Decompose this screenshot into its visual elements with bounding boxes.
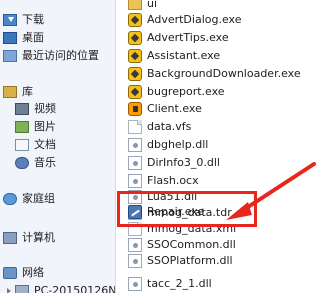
app-icon xyxy=(128,85,142,99)
file-row-repair[interactable]: Repair.exe xyxy=(128,204,204,220)
library-icon xyxy=(3,86,17,98)
repair-app-icon xyxy=(128,205,142,219)
dll-icon xyxy=(128,277,142,291)
file-name: Repair.exe xyxy=(147,205,205,218)
client-app-icon xyxy=(128,102,142,116)
file-name: AdvertTips.exe xyxy=(147,31,229,44)
recent-places-icon xyxy=(3,50,17,62)
file-row[interactable]: ui xyxy=(128,0,157,12)
file-row[interactable]: SSOPlatform.dll xyxy=(128,253,233,269)
nav-item-downloads[interactable]: 下载 xyxy=(3,12,44,28)
nav-item-label: 最近访问的位置 xyxy=(22,49,99,62)
documents-library-icon xyxy=(15,139,29,151)
dll-icon xyxy=(128,238,142,252)
nav-item-label: PC-20150126NPO xyxy=(34,284,116,293)
nav-item-music[interactable]: 音乐 xyxy=(15,155,56,171)
file-row[interactable]: Client.exe xyxy=(128,101,202,117)
dll-icon xyxy=(128,254,142,268)
desktop-icon xyxy=(3,32,17,44)
nav-item-label: 网络 xyxy=(22,266,44,279)
file-row[interactable]: AdvertTips.exe xyxy=(128,30,229,46)
nav-item-network[interactable]: 网络 xyxy=(3,265,44,281)
file-name: BackgroundDownloader.exe xyxy=(147,67,301,80)
file-name: SSOPlatform.dll xyxy=(147,254,233,267)
pictures-library-icon xyxy=(15,121,29,133)
file-row[interactable]: data.vfs xyxy=(128,119,191,135)
nav-item-label: 下载 xyxy=(22,13,44,26)
dll-icon xyxy=(128,138,142,152)
file-name: data.vfs xyxy=(147,120,192,133)
app-icon xyxy=(128,13,142,27)
file-row[interactable]: Lua51.dll xyxy=(128,189,197,205)
nav-item-computer[interactable]: 计算机 xyxy=(3,230,55,246)
nav-item-desktop[interactable]: 桌面 xyxy=(3,30,44,46)
file-row[interactable]: AdvertDialog.exe xyxy=(128,12,241,28)
app-icon xyxy=(128,31,142,45)
music-library-icon xyxy=(15,157,29,169)
app-icon xyxy=(128,67,142,81)
nav-item-pictures[interactable]: 图片 xyxy=(15,119,56,135)
file-icon xyxy=(128,120,142,134)
file-icon xyxy=(128,222,142,236)
file-name: DirInfo3_0.dll xyxy=(147,156,220,169)
network-icon xyxy=(3,267,17,279)
nav-item-label: 图片 xyxy=(34,120,56,133)
dll-icon xyxy=(128,190,142,204)
file-name: ui xyxy=(147,0,158,10)
file-name: tacc_2_1.dll xyxy=(147,277,212,290)
nav-item-recent-places[interactable]: 最近访问的位置 xyxy=(3,48,99,64)
nav-item-label: 音乐 xyxy=(34,156,56,169)
file-row[interactable]: DirInfo3_0.dll xyxy=(128,155,220,171)
file-name: Flash.ocx xyxy=(147,174,199,187)
file-row[interactable]: mmog_data.xml xyxy=(128,221,236,237)
file-row[interactable]: tacc_2_1.dll xyxy=(128,276,212,292)
video-library-icon xyxy=(15,103,29,115)
navigation-pane: 下载 桌面 最近访问的位置 库 视频 图片 文档 音乐 家庭组 计算机 网络 P… xyxy=(0,0,116,293)
file-name: Client.exe xyxy=(147,102,202,115)
file-row[interactable]: Flash.ocx xyxy=(128,173,199,189)
folder-icon xyxy=(128,0,142,10)
nav-item-homegroup[interactable]: 家庭组 xyxy=(3,191,55,207)
file-name: dbghelp.dll xyxy=(147,138,209,151)
nav-item-label: 文档 xyxy=(34,138,56,151)
homegroup-icon xyxy=(3,193,17,205)
nav-item-label: 家庭组 xyxy=(22,192,55,205)
nav-item-label: 计算机 xyxy=(22,231,55,244)
dll-icon xyxy=(128,156,142,170)
nav-item-pc[interactable]: PC-20150126NPO xyxy=(7,283,116,293)
nav-item-documents[interactable]: 文档 xyxy=(15,137,56,153)
dll-icon xyxy=(128,174,142,188)
file-name: Lua51.dll xyxy=(147,190,198,203)
file-list: ui AdvertDialog.exe AdvertTips.exe Assis… xyxy=(116,0,324,293)
file-name: SSOCommon.dll xyxy=(147,238,236,251)
file-row[interactable]: bugreport.exe xyxy=(128,84,225,100)
download-icon xyxy=(3,14,17,26)
app-icon xyxy=(128,49,142,63)
expand-arrow-icon[interactable] xyxy=(7,288,11,293)
file-name: bugreport.exe xyxy=(147,85,225,98)
file-row[interactable]: dbghelp.dll xyxy=(128,137,208,153)
nav-item-label: 库 xyxy=(22,85,33,98)
pc-icon xyxy=(15,285,29,293)
file-name: mmog_data.xml xyxy=(147,222,237,235)
nav-item-label: 桌面 xyxy=(22,31,44,44)
file-row[interactable]: Assistant.exe xyxy=(128,48,220,64)
nav-item-library[interactable]: 库 xyxy=(3,84,33,100)
nav-item-label: 视频 xyxy=(34,102,56,115)
file-row[interactable]: SSOCommon.dll xyxy=(128,237,236,253)
computer-icon xyxy=(3,232,17,244)
file-name: AdvertDialog.exe xyxy=(147,13,242,26)
nav-item-videos[interactable]: 视频 xyxy=(15,101,56,117)
file-name: Assistant.exe xyxy=(147,49,221,62)
file-row[interactable]: BackgroundDownloader.exe xyxy=(128,66,301,82)
